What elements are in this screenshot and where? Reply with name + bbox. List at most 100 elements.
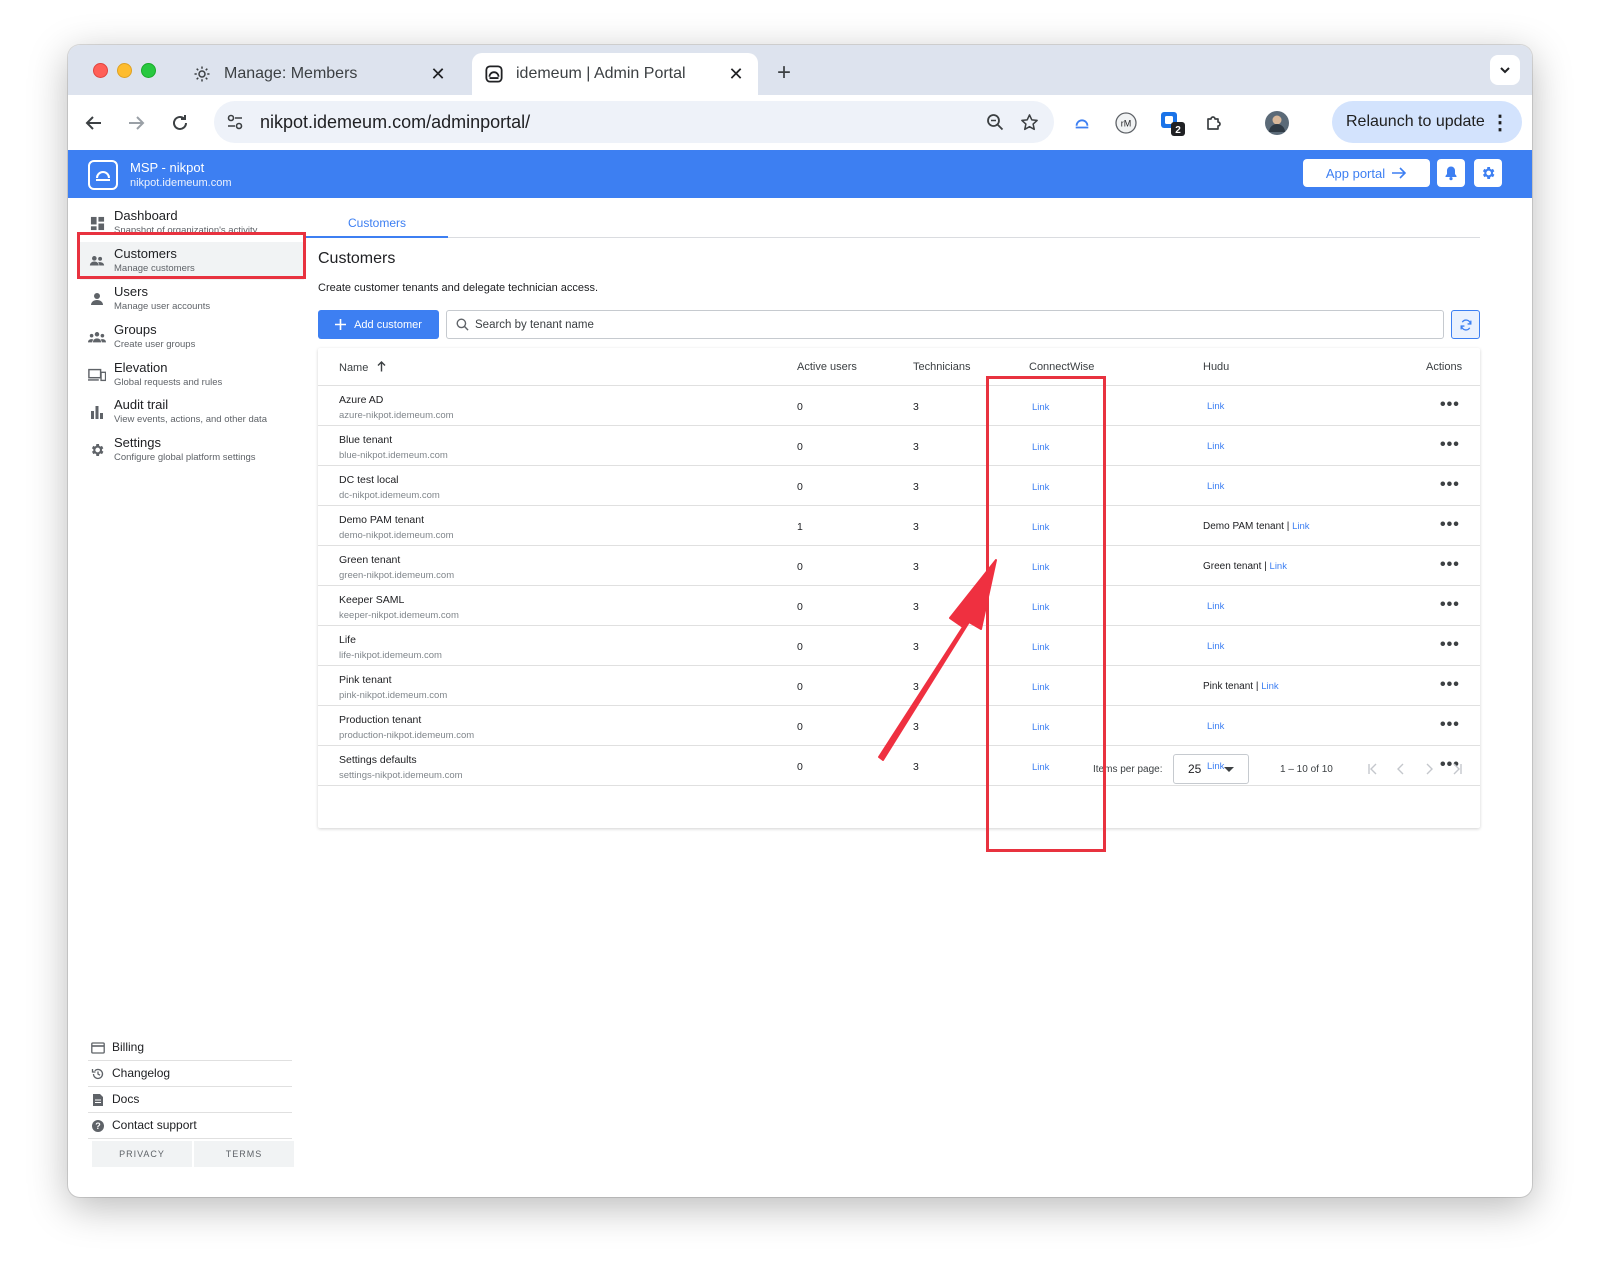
table-row[interactable]: DC test local dc-nikpot.idemeum.com 0 3 Link…: [318, 466, 1480, 506]
close-window-button[interactable]: [93, 63, 108, 78]
tenant-name: Blue tenant: [339, 434, 393, 446]
active-users-value: 0: [797, 401, 803, 413]
hudu-link[interactable]: Link: [1207, 441, 1224, 452]
active-users-value: 0: [797, 681, 803, 693]
browser-tab-admin-portal[interactable]: idemeum | Admin Portal ✕: [472, 53, 758, 95]
items-per-page-select[interactable]: 25: [1173, 754, 1249, 784]
hudu-link[interactable]: Link: [1292, 521, 1309, 532]
table-row[interactable]: Azure AD azure-nikpot.idemeum.com 0 3 Link Li…: [318, 386, 1480, 426]
tenant-domain: production-nikpot.idemeum.com: [339, 730, 475, 741]
close-icon[interactable]: ✕: [724, 62, 748, 86]
hudu-cell: Link: [1203, 401, 1224, 412]
first-page-icon[interactable]: [1364, 760, 1382, 778]
sidebar-footer-docs[interactable]: Docs: [88, 1087, 292, 1113]
rm-extension-icon[interactable]: rM: [1110, 107, 1142, 139]
forward-button[interactable]: [120, 107, 152, 139]
last-page-icon[interactable]: [1448, 760, 1466, 778]
tab-search-button[interactable]: [1490, 55, 1520, 85]
idemeum-logo-icon: [484, 64, 504, 84]
svg-text:?: ?: [95, 1121, 101, 1131]
footer-label: Contact support: [112, 1118, 197, 1132]
more-actions-icon[interactable]: •••: [1440, 436, 1460, 454]
zoom-icon[interactable]: [978, 105, 1012, 139]
add-customer-button[interactable]: Add customer: [318, 310, 439, 339]
column-header-connectwise[interactable]: ConnectWise: [1029, 361, 1094, 373]
more-actions-icon[interactable]: •••: [1440, 556, 1460, 574]
search-input[interactable]: [475, 318, 1375, 331]
star-bookmark-icon[interactable]: [1012, 105, 1046, 139]
hudu-link[interactable]: Link: [1270, 561, 1287, 572]
site-settings-icon[interactable]: [218, 105, 252, 139]
search-field[interactable]: [446, 310, 1444, 339]
tenant-domain: dc-nikpot.idemeum.com: [339, 490, 440, 501]
sync-icon: [1460, 318, 1471, 331]
hudu-link[interactable]: Link: [1207, 481, 1224, 492]
app-portal-button[interactable]: App portal: [1303, 159, 1430, 187]
arrow-right-icon: [1392, 167, 1407, 179]
notifications-button[interactable]: [1437, 159, 1465, 187]
profile-avatar[interactable]: [1261, 107, 1293, 139]
address-bar[interactable]: nikpot.idemeum.com/adminportal/: [214, 101, 1054, 143]
privacy-link[interactable]: PRIVACY: [92, 1141, 192, 1167]
sidebar-item-title: Audit trail: [114, 397, 169, 412]
more-actions-icon[interactable]: •••: [1440, 716, 1460, 734]
relaunch-to-update-button[interactable]: Relaunch to update ⋮: [1332, 101, 1522, 143]
technicians-value: 3: [913, 441, 919, 453]
more-actions-icon[interactable]: •••: [1440, 396, 1460, 414]
column-header-name[interactable]: Name: [339, 361, 386, 374]
browser-window: Manage: Members ✕ idemeum | Admin Portal…: [68, 45, 1532, 1197]
hudu-link[interactable]: Link: [1207, 401, 1224, 412]
hudu-link[interactable]: Link: [1207, 641, 1224, 652]
next-page-icon[interactable]: [1420, 760, 1438, 778]
hudu-link[interactable]: Link: [1207, 721, 1224, 732]
browser-toolbar: nikpot.idemeum.com/adminportal/ rM 2 Rel…: [68, 95, 1532, 150]
column-header-active-users[interactable]: Active users: [797, 361, 857, 373]
sidebar-footer-billing[interactable]: Billing: [88, 1035, 292, 1061]
annotation-arrow: [878, 559, 997, 761]
sidebar-item-groups[interactable]: Groups Create user groups: [80, 318, 304, 356]
search-icon: [456, 318, 469, 331]
back-button[interactable]: [78, 107, 110, 139]
tenant-name: Demo PAM tenant: [339, 514, 425, 526]
new-tab-button[interactable]: +: [768, 57, 800, 89]
sidebar-item-elevation[interactable]: Elevation Global requests and rules: [80, 356, 304, 394]
more-actions-icon[interactable]: •••: [1440, 516, 1460, 534]
idemeum-extension-icon[interactable]: [1066, 107, 1098, 139]
sidebar-footer-contact-support[interactable]: ? Contact support: [88, 1113, 292, 1139]
browser-tab-label: idemeum | Admin Portal: [516, 65, 686, 82]
more-actions-icon[interactable]: •••: [1440, 676, 1460, 694]
reload-icon: [173, 115, 187, 130]
hudu-link[interactable]: Link: [1261, 681, 1278, 692]
tab-customers[interactable]: Customers: [306, 210, 448, 238]
puzzle-extensions-icon[interactable]: [1198, 107, 1230, 139]
settings-button[interactable]: [1474, 159, 1502, 187]
refresh-button[interactable]: [1451, 310, 1480, 339]
sidebar-item-settings[interactable]: Settings Configure global platform setti…: [80, 431, 304, 469]
minimize-window-button[interactable]: [117, 63, 132, 78]
previous-page-icon[interactable]: [1392, 760, 1410, 778]
more-actions-icon[interactable]: •••: [1440, 636, 1460, 654]
close-icon[interactable]: ✕: [426, 62, 450, 86]
sidebar-item-audit-trail[interactable]: Audit trail View events, actions, and ot…: [80, 393, 304, 431]
tenant-domain: life-nikpot.idemeum.com: [339, 650, 442, 661]
more-actions-icon[interactable]: •••: [1440, 476, 1460, 494]
arrow-up-icon: [377, 361, 386, 372]
maximize-window-button[interactable]: [141, 63, 156, 78]
sidebar-item-users[interactable]: Users Manage user accounts: [80, 280, 304, 318]
column-header-hudu[interactable]: Hudu: [1203, 361, 1229, 373]
table-row[interactable]: Blue tenant blue-nikpot.idemeum.com 0 3 Link…: [318, 426, 1480, 466]
browser-tab-members[interactable]: Manage: Members ✕: [180, 53, 460, 95]
hudu-link[interactable]: Link: [1207, 601, 1224, 612]
sidebar-item-subtitle: Configure global platform settings: [114, 452, 256, 463]
reload-button[interactable]: [164, 107, 196, 139]
hudu-cell: Link: [1203, 641, 1224, 652]
column-header-technicians[interactable]: Technicians: [913, 361, 970, 373]
extension-badge-count: 2: [1175, 125, 1181, 136]
sidebar-footer-changelog[interactable]: Changelog: [88, 1061, 292, 1087]
org-name: MSP - nikpot: [130, 160, 205, 175]
sidebar-item-title: Elevation: [114, 360, 168, 375]
badge-extension-icon[interactable]: 2: [1156, 107, 1188, 139]
groups-icon: [88, 328, 106, 346]
terms-link[interactable]: TERMS: [194, 1141, 294, 1167]
more-actions-icon[interactable]: •••: [1440, 596, 1460, 614]
